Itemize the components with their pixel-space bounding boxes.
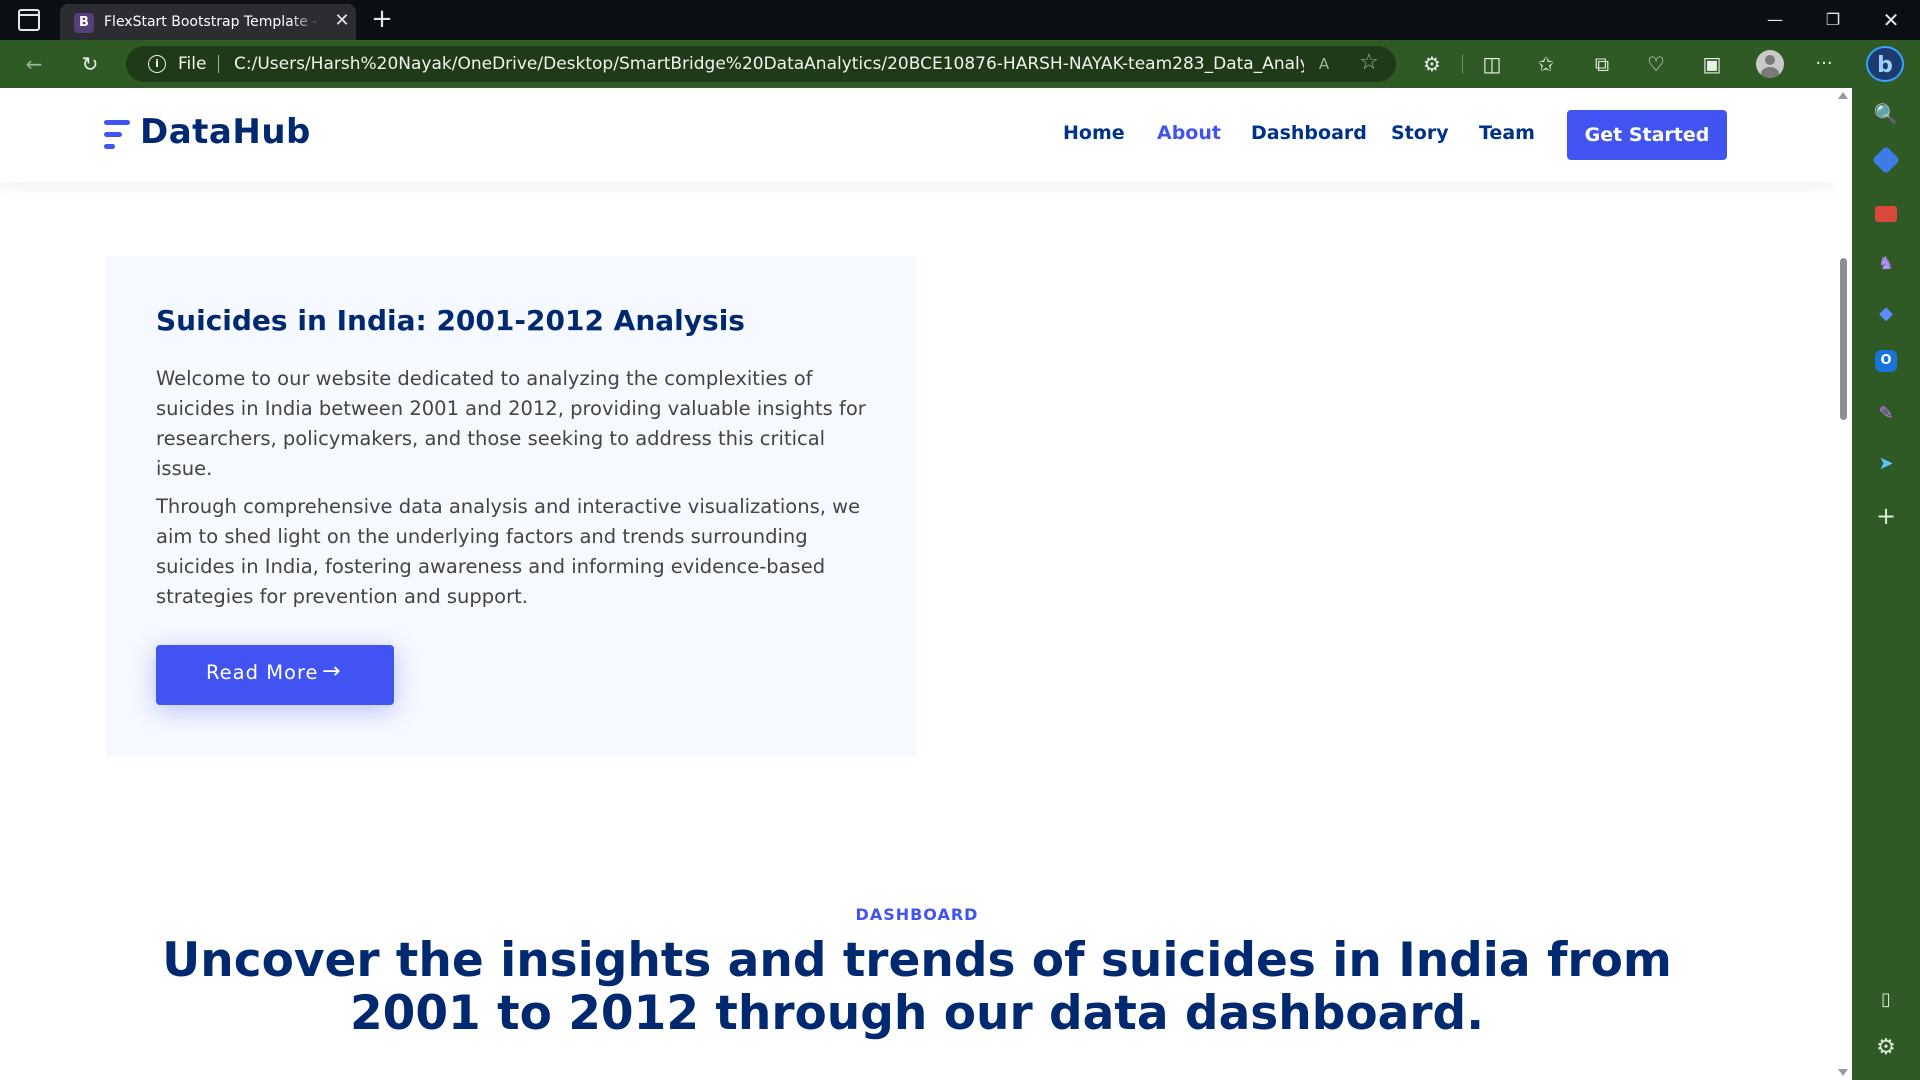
browser-essentials-icon[interactable]: ♡ xyxy=(1642,50,1670,78)
sidebar-drop-icon[interactable]: ➤ xyxy=(1872,450,1900,478)
scroll-up-arrow-icon[interactable] xyxy=(1838,92,1848,99)
page-scrollbar[interactable] xyxy=(1834,88,1852,1080)
scheme-label: File xyxy=(178,54,207,74)
collections-icon[interactable]: ⧉ xyxy=(1588,50,1616,78)
browser-toolbar: ← ↻ i File C:/Users/Harsh%20Nayak/OneDri… xyxy=(0,40,1920,88)
read-more-button[interactable]: Read More → xyxy=(156,645,394,705)
back-button[interactable]: ← xyxy=(20,50,48,78)
tab-close-icon[interactable]: ✕ xyxy=(332,11,352,31)
address-separator xyxy=(218,55,219,73)
copilot-icon[interactable]: b xyxy=(1866,46,1904,82)
get-started-button[interactable]: Get Started xyxy=(1567,110,1727,160)
extensions-icon[interactable]: ⚙ xyxy=(1418,50,1446,78)
more-menu-icon[interactable]: ··· xyxy=(1810,50,1838,78)
read-more-label: Read More xyxy=(206,661,319,684)
favorites-icon[interactable]: ✩ xyxy=(1532,50,1560,78)
toolbar-separator xyxy=(1462,54,1463,74)
nav-about-link[interactable]: About xyxy=(1157,122,1221,144)
sidebar-settings-icon[interactable]: ⚙ xyxy=(1872,1034,1900,1062)
browser-tab[interactable]: B FlexStart Bootstrap Template - In ✕ xyxy=(60,4,356,40)
split-screen-icon[interactable]: ◫ xyxy=(1478,50,1506,78)
profile-avatar[interactable] xyxy=(1756,50,1784,78)
edge-sidebar: 🔍 ♞ ◆ O ✎ ➤ + ▯ ⚙ xyxy=(1852,88,1920,1080)
nav-dashboard-link[interactable]: Dashboard xyxy=(1251,122,1367,144)
url-text[interactable]: C:/Users/Harsh%20Nayak/OneDrive/Desktop/… xyxy=(234,54,1304,74)
site-info-icon[interactable]: i xyxy=(148,55,166,73)
site-header: DataHub Home About Dashboard Story Team … xyxy=(0,88,1834,182)
reload-button[interactable]: ↻ xyxy=(76,50,104,78)
sidebar-copilot-icon[interactable]: ◆ xyxy=(1872,300,1900,328)
about-card: Suicides in India: 2001-2012 Analysis We… xyxy=(106,256,916,756)
dashboard-section-heading: Uncover the insights and trends of suici… xyxy=(162,933,1672,1041)
sidebar-hide-icon[interactable]: ▯ xyxy=(1872,986,1900,1014)
sidebar-outlook-icon[interactable]: O xyxy=(1875,350,1897,372)
address-bar[interactable]: i File C:/Users/Harsh%20Nayak/OneDrive/D… xyxy=(126,46,1396,82)
sidebar-search-icon[interactable]: 🔍 xyxy=(1872,100,1900,128)
scroll-thumb[interactable] xyxy=(1840,258,1847,420)
about-paragraph-detail: Through comprehensive data analysis and … xyxy=(156,495,861,608)
sidebar-games-icon[interactable]: ♞ xyxy=(1872,250,1900,278)
new-tab-button[interactable]: + xyxy=(370,6,394,34)
about-title: Suicides in India: 2001-2012 Analysis xyxy=(156,304,745,337)
close-window-button[interactable]: ✕ xyxy=(1876,6,1906,34)
favorite-star-icon[interactable]: ☆ xyxy=(1356,50,1382,76)
browser-tab-strip: B FlexStart Bootstrap Template - In ✕ + … xyxy=(0,0,1920,40)
sidebar-tools-icon[interactable] xyxy=(1875,206,1897,222)
logo-text: DataHub xyxy=(140,112,311,152)
tab-title: FlexStart Bootstrap Template - In xyxy=(104,14,322,30)
bootstrap-favicon-icon: B xyxy=(74,13,94,33)
page-viewport: DataHub Home About Dashboard Story Team … xyxy=(0,88,1852,1080)
logo-lines-icon xyxy=(104,120,132,152)
sidebar-designer-icon[interactable]: ✎ xyxy=(1872,400,1900,428)
scroll-down-arrow-icon[interactable] xyxy=(1838,1069,1848,1076)
nav-story-link[interactable]: Story xyxy=(1391,122,1449,144)
sidebar-shopping-icon[interactable] xyxy=(1871,145,1901,175)
arrow-right-icon: → xyxy=(322,659,341,684)
minimize-button[interactable]: — xyxy=(1760,6,1790,34)
tab-actions-icon[interactable] xyxy=(18,9,40,31)
dashboard-section-eyebrow: DASHBOARD xyxy=(855,905,979,924)
maximize-button[interactable]: ❐ xyxy=(1818,6,1848,34)
sidebar-add-icon[interactable]: + xyxy=(1872,502,1900,530)
read-aloud-icon[interactable]: A xyxy=(1312,52,1336,76)
workspaces-icon[interactable]: ▣ xyxy=(1698,50,1726,78)
nav-team-link[interactable]: Team xyxy=(1479,122,1535,144)
about-paragraph-intro: Welcome to our website dedicated to anal… xyxy=(156,367,866,480)
nav-home-link[interactable]: Home xyxy=(1063,122,1125,144)
